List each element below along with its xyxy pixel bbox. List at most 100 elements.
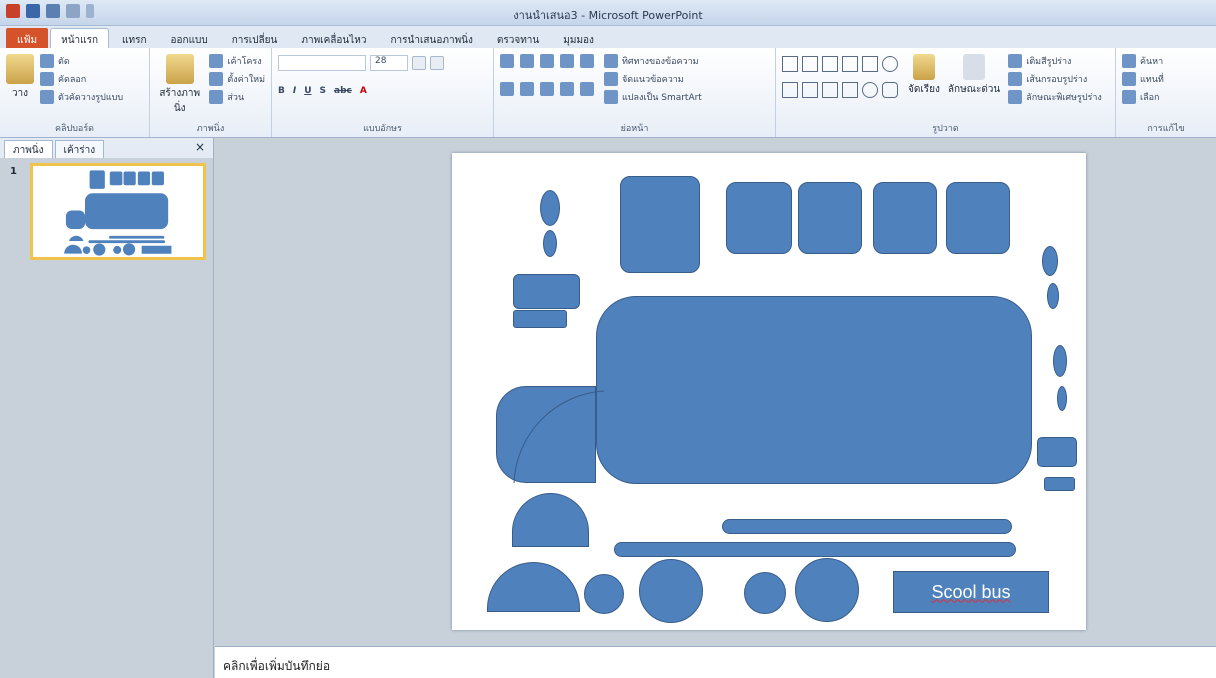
tab-design[interactable]: ออกแบบ [160, 28, 219, 48]
reset-button[interactable]: ตั้งค่าใหม่ [209, 70, 265, 88]
shape-rounded-bar[interactable] [614, 542, 1016, 557]
pen-icon [1008, 72, 1023, 86]
close-icon[interactable]: × [195, 140, 209, 158]
shape-rect[interactable] [513, 310, 567, 328]
numbering-icon[interactable] [520, 54, 534, 68]
arrow-line-2-shape-icon[interactable] [822, 82, 838, 98]
shape-fill-button[interactable]: เติมสีรูปร่าง [1008, 52, 1102, 70]
paragraph-group: ทิศทางของข้อความ จัดแนวข้อความ แปลงเป็น … [494, 48, 776, 137]
half-circle-shape[interactable] [512, 493, 589, 547]
font-name-combo[interactable] [278, 55, 366, 71]
chevron-shape-icon[interactable] [862, 56, 878, 72]
tab-review[interactable]: ตรวจทาน [486, 28, 550, 48]
shapes-gallery[interactable] [782, 56, 900, 106]
shrink-font-icon[interactable] [430, 56, 444, 70]
shape-oval[interactable] [1053, 345, 1067, 377]
paste-button[interactable]: วาง [6, 52, 34, 106]
window-title: งานนำเสนอ3 - Microsoft PowerPoint [513, 9, 703, 22]
smartart-button[interactable]: แปลงเป็น SmartArt [604, 88, 702, 106]
italic-icon[interactable]: I [293, 86, 296, 96]
line-spacing-icon[interactable] [580, 54, 594, 68]
shape-rounded-rect[interactable] [1037, 437, 1077, 467]
tab-view[interactable]: มุมมอง [552, 28, 605, 48]
tab-slideshow[interactable]: การนำเสนอภาพนิ่ง [380, 28, 484, 48]
format-painter-button[interactable]: ตัวคัดวางรูปแบบ [40, 88, 123, 106]
align-right-icon[interactable] [540, 82, 554, 96]
shape-rounded-rect[interactable] [726, 182, 792, 254]
section-button[interactable]: ส่วน [209, 88, 265, 106]
columns-icon[interactable] [580, 82, 594, 96]
increase-indent-icon[interactable] [560, 54, 574, 68]
align-text-icon [604, 72, 618, 86]
new-slide-button[interactable]: สร้างภาพนิ่ง [156, 52, 203, 116]
shadow-icon[interactable]: S [320, 86, 326, 96]
bullets-icon[interactable] [500, 54, 514, 68]
cut-button[interactable]: ตัด [40, 52, 123, 70]
rectangle-shape-icon[interactable] [842, 82, 858, 98]
notes-pane[interactable]: คลิกเพื่อเพิ่มบันทึกย่อ [215, 646, 1216, 678]
shape-oval[interactable] [1057, 386, 1067, 411]
rounded-rect-shape-icon[interactable] [882, 82, 898, 98]
select-button[interactable]: เลือก [1122, 88, 1210, 106]
scool-bus-textbox[interactable]: Scool bus [893, 571, 1049, 613]
justify-icon[interactable] [560, 82, 574, 96]
arrange-button[interactable]: จัดเรียง [908, 52, 940, 106]
shape-oval[interactable] [1047, 283, 1059, 309]
align-center-icon[interactable] [520, 82, 534, 96]
align-left-icon[interactable] [500, 82, 514, 96]
heart-shape-icon[interactable] [822, 56, 838, 72]
slide-canvas[interactable]: Scool bus [452, 153, 1086, 630]
shape-rounded-rect[interactable] [873, 182, 937, 254]
font-size-combo[interactable]: 28 [370, 55, 408, 71]
font-color-icon[interactable]: A [360, 86, 367, 96]
tab-slides[interactable]: ภาพนิ่ง [4, 140, 53, 158]
wheel-circle-shape[interactable] [795, 558, 859, 622]
grow-font-icon[interactable] [412, 56, 426, 70]
shape-rounded-rect[interactable] [620, 176, 700, 273]
shape-effects-button[interactable]: ลักษณะพิเศษรูปร่าง [1008, 88, 1102, 106]
line-shape-icon[interactable] [782, 56, 798, 72]
tab-transitions[interactable]: การเปลี่ยน [221, 28, 289, 48]
tab-outline[interactable]: เค้าร่าง [54, 140, 105, 158]
text-direction-button[interactable]: ทิศทางของข้อความ [604, 52, 702, 70]
bold-icon[interactable]: B [278, 86, 285, 96]
wheel-half-shape[interactable] [487, 562, 580, 612]
quick-styles-button[interactable]: ลักษณะด่วน [948, 52, 1000, 106]
shape-rounded-rect[interactable] [946, 182, 1010, 254]
copy-button[interactable]: คัดลอก [40, 70, 123, 88]
shape-rounded-rect[interactable] [798, 182, 862, 254]
wheel-circle-shape[interactable] [584, 574, 624, 614]
shape-outline-button[interactable]: เส้นกรอบรูปร่าง [1008, 70, 1102, 88]
shape-rounded-bar[interactable] [722, 519, 1012, 534]
slides-pane: ภาพนิ่ง เค้าร่าง × 1 [0, 138, 214, 678]
tab-home[interactable]: หน้าแรก [50, 28, 110, 48]
underline-icon[interactable]: U [304, 86, 311, 96]
wheel-circle-shape[interactable] [744, 572, 786, 614]
shape-oval[interactable] [540, 190, 560, 226]
tab-insert[interactable]: แทรก [111, 28, 157, 48]
circle-shape-icon[interactable] [862, 82, 878, 98]
shape-rounded-rect[interactable] [513, 274, 580, 309]
tab-animations[interactable]: ภาพเคลื่อนไหว [290, 28, 377, 48]
textbox-shape-icon[interactable] [782, 82, 798, 98]
layout-button[interactable]: เค้าโครง [209, 52, 265, 70]
find-button[interactable]: ค้นหา [1122, 52, 1210, 70]
tab-file[interactable]: แฟ้ม [6, 28, 49, 48]
shape-oval[interactable] [1042, 246, 1058, 276]
slide-thumbnail[interactable] [30, 163, 206, 260]
moon-shape-icon[interactable] [842, 56, 858, 72]
shape-rounded-rect[interactable] [1044, 477, 1075, 491]
oval-shape-icon[interactable] [882, 56, 898, 72]
align-text-button[interactable]: จัดแนวข้อความ [604, 70, 702, 88]
strikethrough-icon[interactable]: abc [334, 86, 352, 96]
editing-group: ค้นหา แทนที่ เลือก การแก้ไข [1116, 48, 1216, 137]
shape-oval[interactable] [543, 230, 557, 257]
decrease-indent-icon[interactable] [540, 54, 554, 68]
title-bar: งานนำเสนอ3 - Microsoft PowerPoint [0, 0, 1216, 26]
freeform-shape-icon[interactable] [802, 56, 818, 72]
wheel-circle-shape[interactable] [639, 559, 703, 623]
arrow-line-shape-icon[interactable] [802, 82, 818, 98]
shape-effects-label: ลักษณะพิเศษรูปร่าง [1026, 93, 1102, 103]
bus-body-shape[interactable] [596, 296, 1032, 484]
replace-button[interactable]: แทนที่ [1122, 70, 1210, 88]
